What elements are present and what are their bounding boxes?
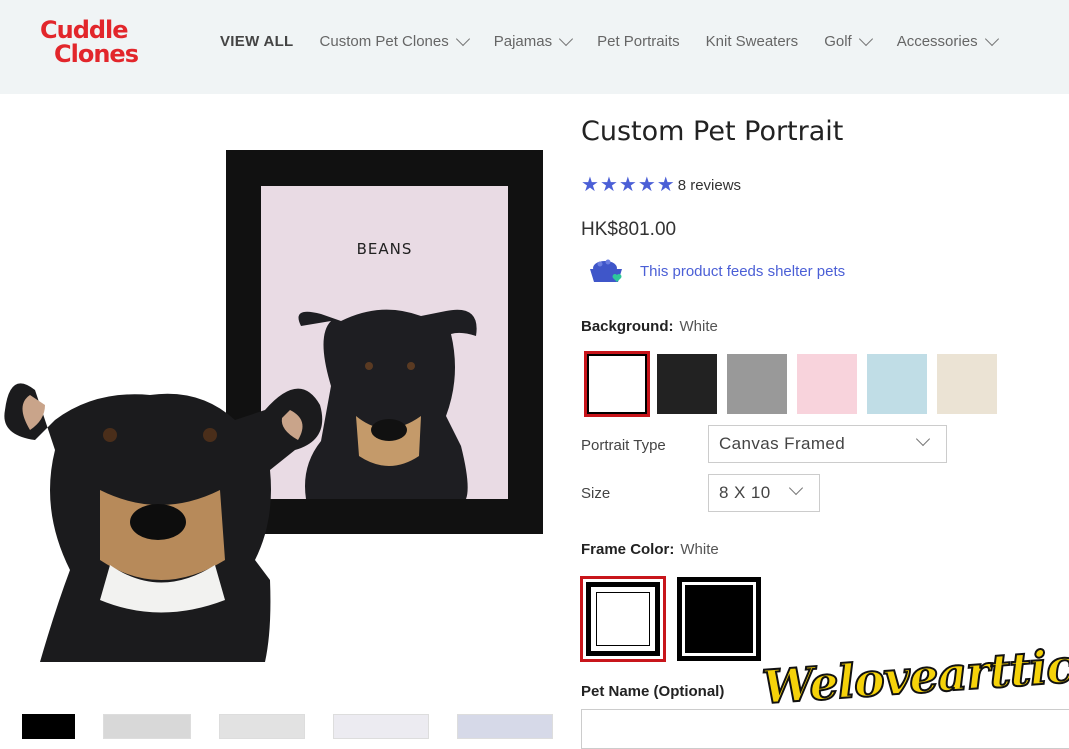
pet-name-input[interactable] [581, 709, 1069, 749]
main-nav: VIEW ALL Custom Pet Clones Pajamas Pet P… [220, 31, 1023, 50]
nav-pajamas[interactable]: Pajamas [494, 31, 574, 50]
frame-color-label-text: Frame Color: [581, 541, 675, 558]
frame-color-white[interactable] [580, 576, 666, 662]
chevron-down-icon [559, 31, 574, 47]
nav-custom-pet-clones[interactable]: Custom Pet Clones [320, 31, 470, 50]
product-price: HK$801.00 [581, 219, 677, 240]
product-rating[interactable]: ★ ★ ★ ★ ★ 8 reviews [581, 175, 741, 195]
thumbnail-1[interactable] [22, 714, 75, 739]
nav-accessories[interactable]: Accessories [897, 31, 999, 50]
product-title: Custom Pet Portrait [581, 116, 844, 147]
chevron-down-icon [915, 431, 931, 447]
portrait-type-label: Portrait Type [581, 437, 666, 454]
pet-name-label: Pet Name (Optional) [581, 683, 730, 700]
thumbnail-5[interactable] [457, 714, 553, 739]
shelter-pets-text: This product feeds shelter pets [640, 262, 846, 280]
background-swatch-blue[interactable] [867, 354, 927, 414]
star-icon: ★ [637, 174, 656, 196]
portrait-type-select[interactable]: Canvas Framed [708, 425, 947, 463]
cuddle-clones-logo[interactable]: Cuddle Clones [40, 14, 152, 72]
chevron-down-icon [858, 31, 873, 47]
thumbnail-strip [22, 714, 581, 739]
size-select[interactable]: 8 X 10 [708, 474, 820, 512]
chevron-down-icon [788, 480, 804, 496]
portrait-type-value: Canvas Framed [719, 434, 846, 453]
real-dog-photo[interactable] [0, 350, 330, 662]
size-label: Size [581, 485, 611, 502]
background-swatch-white[interactable] [584, 351, 650, 417]
star-icon: ★ [618, 174, 637, 196]
logo-line2: Clones [54, 40, 139, 68]
pet-name-label-text: Pet Name (Optional) [581, 683, 725, 700]
nav-view-all[interactable]: VIEW ALL [220, 33, 294, 50]
background-swatch-black[interactable] [657, 354, 717, 414]
chevron-down-icon [455, 31, 470, 47]
size-value: 8 X 10 [719, 483, 771, 502]
star-icon: ★ [599, 174, 618, 196]
thumbnail-2[interactable] [103, 714, 191, 739]
star-icon: ★ [656, 174, 675, 196]
nav-pet-portraits[interactable]: Pet Portraits [597, 33, 680, 50]
star-icon: ★ [581, 174, 599, 196]
thumbnail-4[interactable] [333, 714, 429, 739]
background-swatch-cream[interactable] [937, 354, 997, 414]
thumbnail-3[interactable] [219, 714, 305, 739]
frame-color-selected-value: White [680, 541, 719, 558]
nav-knit-sweaters[interactable]: Knit Sweaters [706, 33, 799, 50]
background-swatch-gray[interactable] [727, 354, 787, 414]
pet-bowl-heart-icon [590, 259, 622, 282]
frame-color-black[interactable] [677, 577, 761, 661]
chevron-down-icon [984, 31, 999, 47]
frame-color-label: Frame Color: White [581, 541, 719, 558]
site-header: Cuddle Clones VIEW ALL Custom Pet Clones… [0, 0, 1069, 94]
background-selected-value: White [679, 318, 718, 335]
reviews-link[interactable]: 8 reviews [678, 177, 741, 194]
watermark: Weloveartticle [760, 635, 1069, 716]
background-swatch-pink[interactable] [797, 354, 857, 414]
nav-golf[interactable]: Golf [824, 31, 873, 50]
shelter-pets-notice: This product feeds shelter pets [588, 256, 845, 286]
background-label-text: Background: [581, 318, 674, 335]
background-label: Background: White [581, 318, 718, 335]
